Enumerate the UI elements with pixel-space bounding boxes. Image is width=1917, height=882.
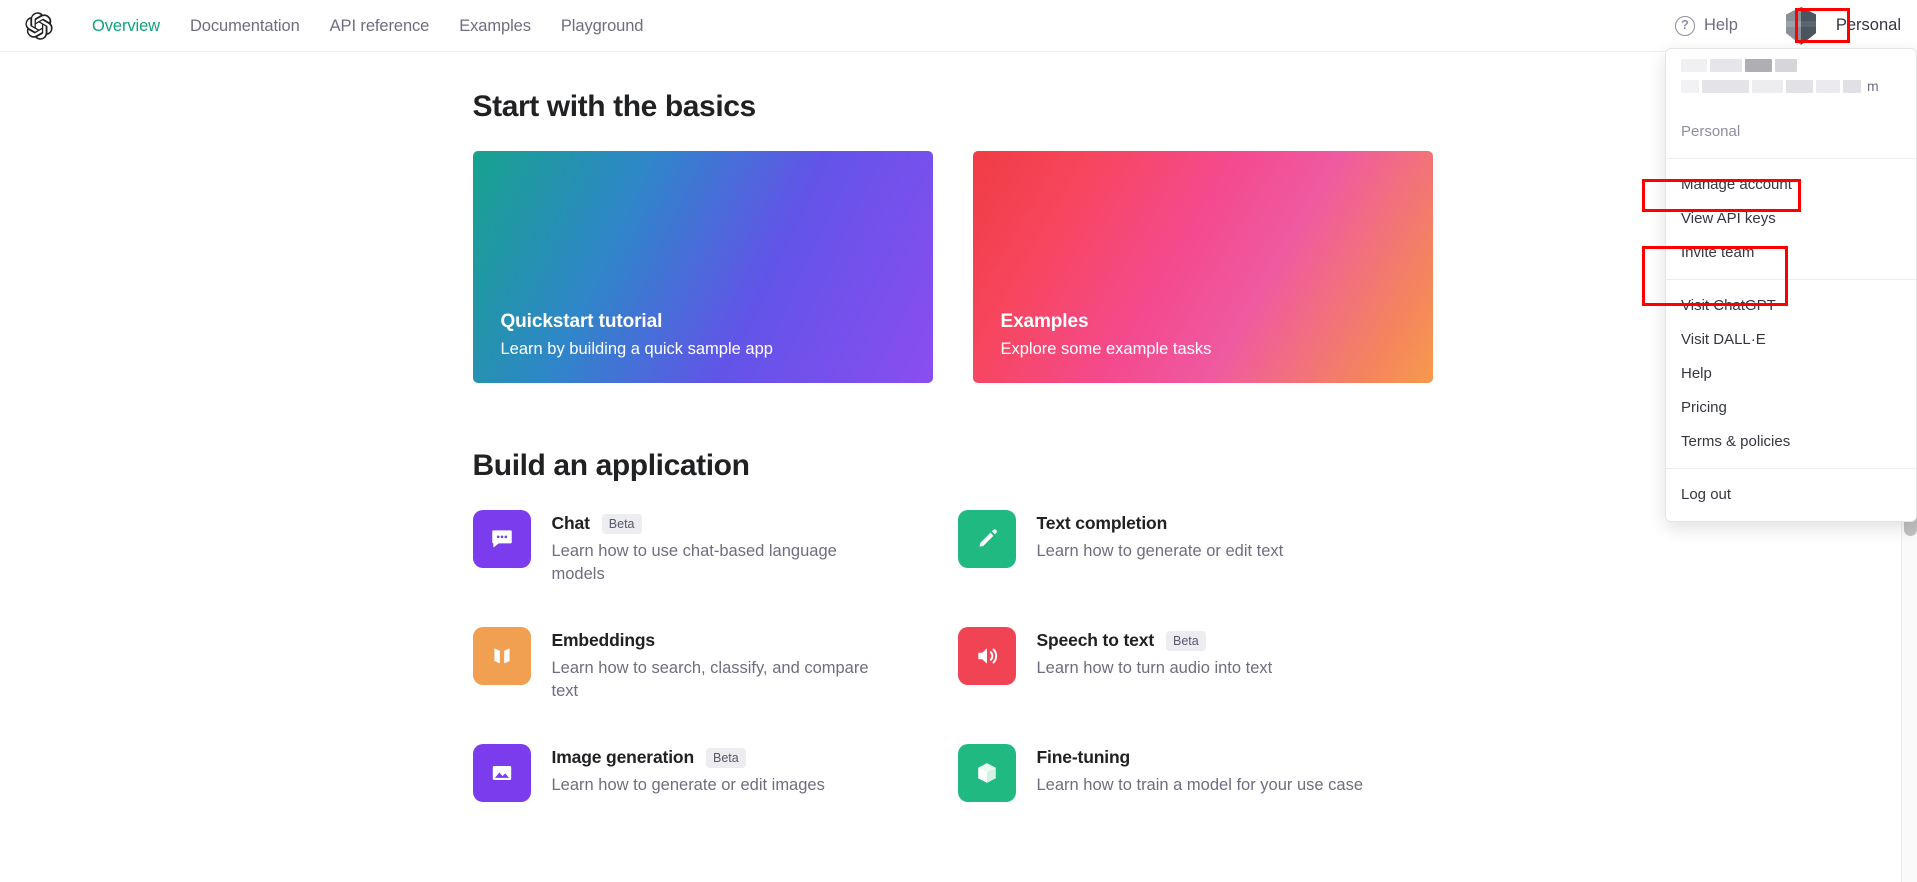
openai-logo-icon[interactable] [22, 9, 56, 43]
basics-card-row: Quickstart tutorial Learn by building a … [472, 151, 1433, 383]
dropdown-item-invite-team[interactable]: Invite team [1666, 236, 1916, 270]
dropdown-item-pricing[interactable]: Pricing [1666, 391, 1916, 425]
app-card-head: Chat Beta [552, 513, 882, 534]
content-inner: Start with the basics Quickstart tutoria… [472, 52, 1433, 802]
image-icon [472, 744, 531, 802]
redaction-block [1816, 79, 1840, 93]
card-title: Examples [1000, 311, 1089, 332]
build-application-grid: Chat Beta Learn how to use chat-based la… [472, 510, 1433, 802]
chat-bubble-icon [472, 510, 531, 568]
account-dropdown-menu: m Personal Manage account View API keys … [1665, 48, 1917, 522]
cube-icon [957, 744, 1016, 802]
beta-badge: Beta [706, 747, 746, 768]
dropdown-item-log-out[interactable]: Log out [1666, 478, 1916, 512]
dropdown-item-view-api-keys[interactable]: View API keys [1666, 202, 1916, 236]
account-identity-block: m [1666, 49, 1916, 106]
app-card-body: Text completion Learn how to generate or… [1037, 510, 1284, 563]
nav-link-overview[interactable]: Overview [92, 0, 160, 52]
redaction-block [1681, 59, 1707, 72]
app-card-image-generation[interactable]: Image generation Beta Learn how to gener… [472, 744, 948, 802]
app-card-embeddings[interactable]: Embeddings Learn how to search, classify… [472, 627, 948, 703]
card-examples[interactable]: Examples Explore some example tasks [972, 151, 1433, 383]
question-mark-circle-icon: ? [1674, 15, 1695, 36]
app-card-head: Embeddings [552, 630, 882, 651]
card-text-group: Quickstart tutorial Learn by building a … [501, 311, 773, 359]
app-card-description: Learn how to generate or edit images [551, 776, 825, 794]
app-card-body: Speech to text Beta Learn how to turn au… [1037, 627, 1273, 680]
redaction-block [1775, 59, 1797, 72]
app-card-body: Embeddings Learn how to search, classify… [552, 627, 882, 703]
pencil-icon [957, 510, 1016, 568]
speaker-icon [957, 627, 1016, 685]
app-card-description: Learn how to search, classify, and compa… [551, 659, 869, 700]
redaction-block [1681, 79, 1699, 93]
app-card-description: Learn how to train a model for your use … [1036, 776, 1364, 794]
redaction-block [1710, 59, 1742, 72]
app-card-description: Learn how to turn audio into text [1036, 659, 1273, 677]
app-card-head: Text completion [1037, 513, 1284, 534]
section-title-build: Build an application [472, 449, 750, 482]
card-subtitle: Learn by building a quick sample app [500, 340, 773, 358]
redaction-block [1843, 79, 1861, 93]
dropdown-item-manage-account[interactable]: Manage account [1666, 168, 1916, 202]
redaction-block [1745, 59, 1772, 72]
beta-badge: Beta [601, 513, 642, 534]
account-email-redacted: m [1681, 78, 1901, 94]
app-card-title: Fine-tuning [1036, 747, 1131, 767]
redaction-block [1752, 79, 1783, 93]
app-card-text-completion[interactable]: Text completion Learn how to generate or… [957, 510, 1433, 586]
app-card-body: Image generation Beta Learn how to gener… [552, 744, 825, 797]
card-title: Quickstart tutorial [500, 311, 663, 332]
beta-badge: Beta [1166, 630, 1206, 651]
nav-link-examples[interactable]: Examples [459, 0, 531, 52]
dropdown-item-visit-dalle[interactable]: Visit DALL·E [1666, 323, 1916, 357]
embeddings-bars-icon [472, 627, 531, 685]
top-navigation-bar: Overview Documentation API reference Exa… [0, 0, 1917, 52]
app-card-head: Fine-tuning [1037, 747, 1364, 768]
dropdown-item-workspace-personal: Personal [1681, 123, 1741, 140]
app-card-title: Text completion [1036, 513, 1168, 533]
main-nav: Overview Documentation API reference Exa… [92, 0, 643, 52]
card-quickstart-tutorial[interactable]: Quickstart tutorial Learn by building a … [472, 151, 933, 383]
app-card-title: Chat [551, 513, 590, 533]
help-label: Help [1703, 16, 1738, 34]
app-card-head: Image generation Beta [552, 747, 825, 768]
account-label[interactable]: Personal [1830, 11, 1907, 40]
dropdown-section-links: Visit ChatGPT Visit DALL·E Help Pricing … [1666, 279, 1916, 468]
nav-link-documentation[interactable]: Documentation [190, 0, 300, 52]
app-card-chat[interactable]: Chat Beta Learn how to use chat-based la… [472, 510, 948, 586]
app-card-description: Learn how to use chat-based language mod… [551, 542, 837, 583]
app-card-body: Chat Beta Learn how to use chat-based la… [552, 510, 882, 586]
dropdown-section-workspace: Personal [1666, 106, 1916, 158]
dropdown-item-terms-policies[interactable]: Terms & policies [1666, 425, 1916, 459]
account-menu-trigger[interactable]: Personal [1830, 11, 1907, 40]
account-email-visible-tail: m [1867, 78, 1879, 94]
nav-link-api-reference[interactable]: API reference [330, 0, 430, 52]
section-title-basics: Start with the basics [472, 90, 757, 123]
app-card-title: Image generation [551, 747, 695, 767]
main-content: Start with the basics Quickstart tutoria… [0, 52, 1905, 882]
app-card-head: Speech to text Beta [1037, 630, 1273, 651]
card-subtitle: Explore some example tasks [1000, 340, 1212, 358]
app-card-body: Fine-tuning Learn how to train a model f… [1037, 744, 1364, 797]
nav-link-playground[interactable]: Playground [561, 0, 644, 52]
dropdown-item-visit-chatgpt[interactable]: Visit ChatGPT [1666, 289, 1916, 323]
topbar-right-group: ? Help Personal [1674, 5, 1917, 47]
dropdown-section-account: Manage account View API keys Invite team [1666, 158, 1916, 279]
redaction-block [1702, 79, 1749, 93]
help-button[interactable]: ? Help [1674, 15, 1738, 36]
dropdown-section-session: Log out [1666, 468, 1916, 521]
redaction-block [1786, 79, 1813, 93]
app-card-speech-to-text[interactable]: Speech to text Beta Learn how to turn au… [957, 627, 1433, 703]
card-text-group: Examples Explore some example tasks [1001, 311, 1212, 359]
app-card-title: Speech to text [1036, 630, 1155, 650]
dropdown-item-help[interactable]: Help [1666, 357, 1916, 391]
org-avatar-icon[interactable] [1782, 5, 1820, 47]
app-card-fine-tuning[interactable]: Fine-tuning Learn how to train a model f… [957, 744, 1433, 802]
app-card-description: Learn how to generate or edit text [1036, 542, 1284, 560]
account-name-redacted [1681, 59, 1901, 72]
app-card-title: Embeddings [551, 630, 656, 650]
